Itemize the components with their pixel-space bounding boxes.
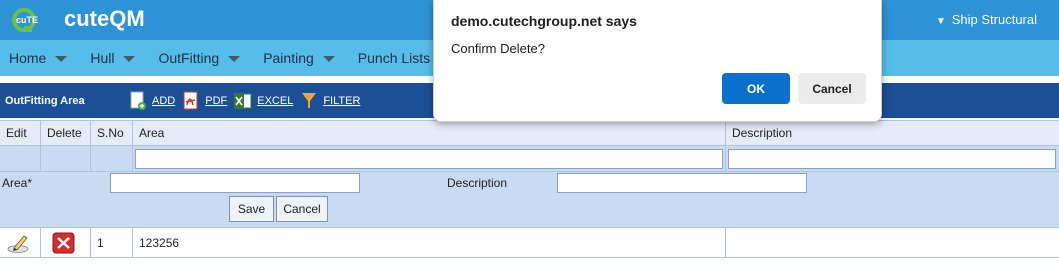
area-cell: 123256: [133, 228, 726, 257]
delete-icon[interactable]: [52, 232, 76, 254]
grid-header-row: Edit Delete S.No Area Description: [0, 120, 1059, 146]
description-cell: [726, 228, 1059, 257]
description-field[interactable]: [557, 173, 807, 193]
delete-cell: [41, 228, 91, 257]
column-header-sno[interactable]: S.No: [91, 121, 133, 145]
filter-label: FILTER: [323, 94, 361, 107]
filter-cell-area: [133, 146, 726, 171]
pdf-icon: [183, 91, 198, 109]
area-filter-input[interactable]: [135, 148, 723, 169]
dialog-cancel-button[interactable]: Cancel: [798, 73, 866, 104]
brand-name: cuteQM: [64, 6, 145, 31]
data-grid: Edit Delete S.No Area Description Area* …: [0, 120, 1059, 258]
filter-cell-empty: [41, 146, 91, 171]
table-row: 1 123256: [0, 228, 1059, 258]
dialog-message: Confirm Delete?: [451, 41, 545, 56]
nav-item-label: Punch Lists: [357, 50, 431, 66]
excel-icon: [234, 92, 252, 109]
nav-item-label: Painting: [263, 50, 314, 66]
excel-label: EXCEL: [257, 94, 294, 107]
confirm-dialog: demo.cutechgroup.net says Confirm Delete…: [433, 0, 882, 122]
nav-item-hull[interactable]: Hull: [81, 40, 149, 76]
chevron-down-icon: [123, 56, 136, 62]
nav-item-outfitting[interactable]: OutFitting: [149, 40, 254, 76]
filter-cell-description: [726, 146, 1059, 171]
ok-button[interactable]: OK: [722, 73, 790, 104]
add-document-icon: [130, 91, 146, 110]
add-label: ADD: [152, 94, 176, 107]
area-label: Area*: [2, 176, 33, 190]
filter-cell-empty: [91, 146, 133, 171]
nav-item-painting[interactable]: Painting: [254, 40, 349, 76]
save-button[interactable]: Save: [229, 196, 274, 222]
edit-cell: [0, 228, 41, 257]
cancel-button[interactable]: Cancel: [276, 196, 328, 222]
excel-button[interactable]: EXCEL: [233, 91, 293, 111]
app-logo-icon: cuTE: [12, 8, 38, 32]
user-menu[interactable]: ▼ Ship Structural: [936, 12, 1037, 27]
nav-item-label: Hull: [90, 50, 115, 66]
description-filter-input[interactable]: [728, 148, 1056, 169]
add-button[interactable]: ADD: [128, 91, 175, 111]
nav-item-label: OutFitting: [158, 50, 220, 66]
dialog-title: demo.cutechgroup.net says: [451, 13, 637, 29]
chevron-down-icon: [228, 56, 241, 62]
nav-item-label: Home: [9, 50, 47, 66]
chevron-down-icon: [322, 56, 335, 62]
filter-cell-empty: [0, 146, 41, 171]
edit-pencil-icon[interactable]: [6, 232, 32, 254]
filter-icon: [302, 92, 317, 108]
chevron-down-icon: [55, 56, 68, 62]
caret-down-icon: ▼: [935, 16, 946, 27]
nav-item-punch-lists[interactable]: Punch Lists: [349, 40, 444, 76]
nav-item-home[interactable]: Home: [0, 40, 81, 76]
pdf-label: PDF: [205, 94, 228, 107]
logo-text: cuTE: [16, 15, 38, 25]
description-label: Description: [447, 176, 508, 190]
column-header-area[interactable]: Area: [133, 121, 726, 145]
page-title: OutFitting Area: [5, 94, 85, 107]
column-header-delete[interactable]: Delete: [41, 121, 91, 145]
column-header-description[interactable]: Description: [726, 121, 1059, 145]
insert-form: Area* Description Save Cancel: [0, 172, 1059, 228]
area-field[interactable]: [110, 173, 360, 193]
user-menu-label: Ship Structural: [951, 12, 1037, 27]
sno-cell: 1: [91, 228, 133, 257]
filter-button[interactable]: FILTER: [299, 91, 360, 111]
pdf-button[interactable]: PDF: [181, 91, 227, 111]
column-header-edit[interactable]: Edit: [0, 121, 41, 145]
grid-filter-row: [0, 146, 1059, 172]
